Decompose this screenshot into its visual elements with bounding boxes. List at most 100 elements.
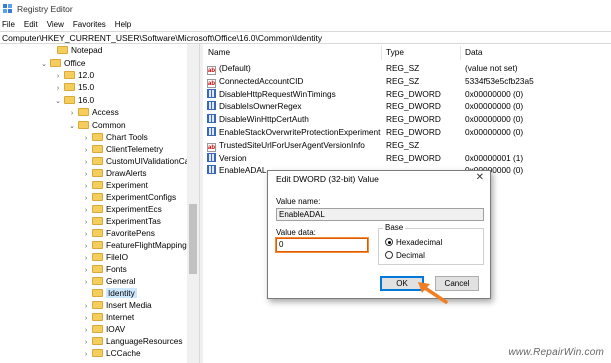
tree-item-favoritepens[interactable]: › FavoritePens <box>82 228 155 239</box>
value-name-text: EnableStackOverwriteProtectionExperiment <box>219 127 381 137</box>
tree-item-access[interactable]: › Access <box>68 107 119 118</box>
menu-view[interactable]: View <box>47 20 64 29</box>
tree-item-experiment[interactable]: › Experiment <box>82 180 148 191</box>
chevron-right-icon[interactable]: › <box>82 133 90 144</box>
edit-dword-dialog: Edit DWORD (32-bit) Value ✕ Value name: … <box>267 170 491 299</box>
column-header-name[interactable]: Name <box>208 47 230 60</box>
value-row[interactable]: DisableIsOwnerRegex REG_DWORD 0x00000000 (… <box>203 100 611 113</box>
value-data-input[interactable]: 0 <box>275 237 369 253</box>
chevron-down-icon[interactable]: ⌄ <box>40 59 48 70</box>
value-row[interactable]: ab ConnectedAccountCID REG_SZ 5334f53e5cfb2… <box>203 75 611 88</box>
chevron-right-icon[interactable]: › <box>82 325 90 336</box>
chevron-right-icon[interactable]: › <box>82 217 90 228</box>
value-row[interactable]: DisableHttpRequestWinTimings REG_DWORD 0x0… <box>203 88 611 101</box>
tree-item-identity[interactable]: Identity <box>82 288 137 299</box>
chevron-right-icon[interactable]: › <box>82 241 90 252</box>
value-type-cell: REG_DWORD <box>386 114 441 125</box>
tree-item-label: Access <box>92 107 119 117</box>
tree-scrollbar-thumb[interactable] <box>189 204 197 274</box>
tree-item-label: Fonts <box>106 264 127 274</box>
tree-item-office[interactable]: ⌄ Office <box>40 58 85 70</box>
chevron-right-icon[interactable]: › <box>82 193 90 204</box>
folder-icon <box>64 71 75 79</box>
window-title: Registry Editor <box>17 3 73 14</box>
column-header-data[interactable]: Data <box>465 47 483 60</box>
tree-item-internet[interactable]: › Internet <box>82 312 134 323</box>
menu-bar: File Edit View Favorites Help <box>0 17 611 31</box>
chevron-right-icon[interactable]: › <box>82 157 90 168</box>
dword-value-icon <box>207 88 216 98</box>
column-header-type[interactable]: Type <box>386 47 404 60</box>
tree-item-notepad[interactable]: Notepad <box>47 45 102 56</box>
chevron-down-icon[interactable]: ⌄ <box>68 121 76 132</box>
tree-item-common[interactable]: ⌄ Common <box>68 120 126 131</box>
chevron-right-icon[interactable]: › <box>82 169 90 180</box>
tree-item-experimentecs[interactable]: › ExperimentEcs <box>82 204 162 215</box>
tree-scrollbar[interactable] <box>187 44 199 363</box>
menu-favorites[interactable]: Favorites <box>73 20 106 29</box>
value-name-text: TrustedSiteUrlForUserAgentVersionInfo <box>219 139 365 150</box>
value-type-cell: REG_DWORD <box>386 88 441 99</box>
tree-item-experimenttas[interactable]: › ExperimentTas <box>82 216 161 227</box>
tree-item-label: LanguageResources <box>106 336 183 346</box>
chevron-right-icon[interactable]: › <box>82 181 90 192</box>
value-row[interactable]: ab TrustedSiteUrlForUserAgentVersionInfo R… <box>203 139 611 152</box>
value-data-cell: (value not set) <box>465 63 518 73</box>
hexadecimal-radio[interactable]: Hexadecimal <box>385 238 442 248</box>
value-name-cell: DisableWinHttpCertAuth <box>207 113 309 126</box>
value-name-cell: ab TrustedSiteUrlForUserAgentVersionInfo <box>207 139 365 152</box>
chevron-right-icon[interactable]: › <box>82 337 90 348</box>
tree-item-12-0[interactable]: › 12.0 <box>54 70 94 81</box>
decimal-radio[interactable]: Decimal <box>385 251 425 261</box>
value-type-cell: REG_DWORD <box>386 127 441 137</box>
value-row[interactable]: EnableStackOverwriteProtectionExperiment… <box>203 126 611 139</box>
chevron-right-icon[interactable]: › <box>82 253 90 264</box>
close-icon[interactable]: ✕ <box>476 172 484 183</box>
address-bar[interactable]: Computer\HKEY_CURRENT_USER\Software\Micr… <box>0 31 611 44</box>
chevron-right-icon[interactable]: › <box>82 313 90 324</box>
tree-item-fonts[interactable]: › Fonts <box>82 264 127 275</box>
tree-item-16-0[interactable]: ⌄ 16.0 <box>54 95 94 106</box>
value-row[interactable]: DisableWinHttpCertAuth REG_DWORD 0x0000000… <box>203 113 611 126</box>
tree-item-15-0[interactable]: › 15.0 <box>54 82 94 93</box>
chevron-right-icon[interactable]: › <box>82 229 90 240</box>
chevron-right-icon[interactable]: › <box>82 277 90 288</box>
tree-item-lccache[interactable]: › LCCache <box>82 348 141 359</box>
title-bar: Registry Editor <box>0 0 611 17</box>
chevron-right-icon[interactable]: › <box>82 301 90 312</box>
tree-item-clienttelemetry[interactable]: › ClientTelemetry <box>82 144 163 155</box>
tree-item-ioav[interactable]: › IOAV <box>82 324 125 335</box>
tree-item-experimentconfigs[interactable]: › ExperimentConfigs <box>82 192 176 203</box>
chevron-right-icon[interactable]: › <box>54 83 62 94</box>
watermark: www.RepairWin.com <box>508 347 604 358</box>
column-divider[interactable] <box>460 46 461 60</box>
value-data-cell: 5334f53e5cfb23a5 <box>465 75 534 86</box>
chevron-right-icon[interactable]: › <box>82 265 90 276</box>
value-row[interactable]: ab (Default) REG_SZ (value not set) <box>203 62 611 75</box>
menu-file[interactable]: File <box>2 20 15 29</box>
folder-icon <box>92 301 103 309</box>
chevron-right-icon[interactable]: › <box>68 108 76 119</box>
chevron-right-icon[interactable]: › <box>82 349 90 360</box>
chevron-right-icon[interactable]: › <box>82 205 90 216</box>
tree-item-customuivalidationcach[interactable]: › CustomUIValidationCach <box>82 156 198 167</box>
tree-item-fileio[interactable]: › FileIO <box>82 252 128 263</box>
tree-item-general[interactable]: › General <box>82 276 136 287</box>
tree-item-label: Insert Media <box>106 300 152 310</box>
tree-item-insert-media[interactable]: › Insert Media <box>82 300 152 311</box>
tree-item-featureflightmapping[interactable]: › FeatureFlightMapping <box>82 240 187 251</box>
tree-item-label: IOAV <box>106 324 126 334</box>
menu-edit[interactable]: Edit <box>24 20 38 29</box>
chevron-right-icon[interactable]: › <box>54 71 62 82</box>
tree-item-drawalerts[interactable]: › DrawAlerts <box>82 168 147 179</box>
folder-icon <box>92 145 103 153</box>
folder-icon <box>92 133 103 141</box>
tree-item-languageresources[interactable]: › LanguageResources <box>82 336 183 347</box>
chevron-right-icon[interactable]: › <box>82 145 90 156</box>
menu-help[interactable]: Help <box>115 20 131 29</box>
value-row[interactable]: Version REG_DWORD 0x00000001 (1) <box>203 152 611 165</box>
chevron-down-icon[interactable]: ⌄ <box>54 96 62 107</box>
tree-item-label: Common <box>92 120 126 130</box>
tree-item-chart-tools[interactable]: › Chart Tools <box>82 132 148 143</box>
column-divider[interactable] <box>381 46 382 60</box>
